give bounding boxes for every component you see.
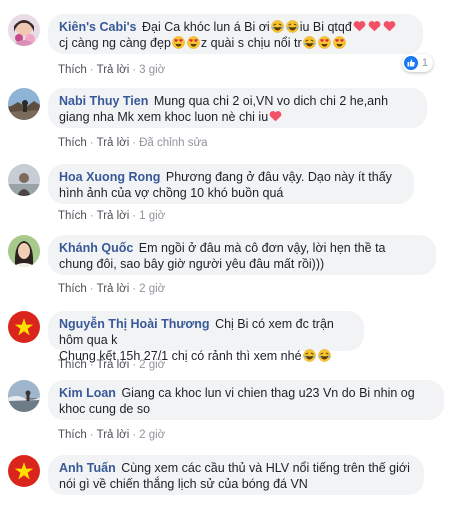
comment-text: Cùng xem các cầu thủ và HLV nổi tiếng tr… — [121, 461, 410, 475]
reply-link[interactable]: Trả lời — [97, 64, 130, 76]
avatar[interactable] — [8, 455, 40, 487]
comment-bubble: Anh Tuấn Cùng xem các cầu thủ và HLV nổi… — [48, 455, 424, 495]
comment-time[interactable]: 1 giờ — [139, 210, 165, 222]
comment-actions: Thích · Trả lời · 3 giờ — [58, 64, 166, 76]
heart-icon — [353, 20, 366, 32]
avatar[interactable] — [8, 311, 40, 343]
comment-author[interactable]: Khánh Quốc — [59, 241, 133, 255]
comment-time[interactable]: 2 giờ — [139, 429, 165, 441]
heart-icon — [269, 110, 282, 122]
avatar[interactable] — [8, 235, 40, 267]
avatar[interactable] — [8, 164, 40, 196]
reaction-count-badge[interactable]: 1 — [401, 54, 433, 72]
heart-eyes-emoji-icon — [187, 36, 200, 49]
like-link[interactable]: Thích — [58, 64, 87, 76]
comment-actions: Thích · Trả lời · 2 giờ — [58, 359, 166, 371]
comment-bubble: Nguyễn Thị Hoài Thương Chị Bi có xem đc … — [48, 311, 364, 363]
comment-text: chung đôi, sao bây giờ người yêu đâu mất… — [59, 257, 325, 271]
comment-bubble: Kiên's Cabi's Đại Ca khóc lun á Bi ơi iu … — [48, 14, 423, 54]
avatar[interactable] — [8, 380, 40, 412]
comment-author[interactable]: Hoa Xuong Rong — [59, 170, 160, 184]
comment-text: Mung qua chi 2 oi,VN vo dich chi 2 he,an… — [153, 94, 389, 108]
comment-bubble: Nabi Thuy Tien Mung qua chi 2 oi,VN vo d… — [48, 88, 427, 128]
laughing-emoji-icon — [318, 349, 331, 362]
comment-author[interactable]: Kiên's Cabi's — [59, 20, 137, 34]
comment-feed: Kiên's Cabi's Đại Ca khóc lun á Bi ơi iu … — [0, 0, 455, 511]
comment-time[interactable]: 3 giờ — [139, 64, 165, 76]
comment-bubble: Khánh Quốc Em ngồi ở đâu mà cô đơn vậy, … — [48, 235, 436, 275]
laughing-emoji-icon — [271, 20, 284, 33]
reaction-count: 1 — [421, 57, 428, 69]
heart-icon — [368, 20, 381, 32]
comment-text: iu Bi qtqđ — [299, 20, 352, 34]
comment-time[interactable]: 2 giờ — [139, 359, 165, 371]
comment-text: khoc cung de so — [59, 402, 151, 416]
heart-icon — [383, 20, 396, 32]
avatar[interactable] — [8, 14, 40, 46]
comment-bubble: Kim Loan Giang ca khoc lun vi chien thag… — [48, 380, 444, 420]
reply-link[interactable]: Trả lời — [97, 359, 130, 371]
comment-text: Giang ca khoc lun vi chien thag u23 Vn d… — [121, 386, 415, 400]
like-link[interactable]: Thích — [58, 283, 87, 295]
reply-link[interactable]: Trả lời — [97, 429, 130, 441]
comment-author[interactable]: Nguyễn Thị Hoài Thương — [59, 317, 210, 331]
comment-actions: Thích · Trả lời · 1 giờ — [58, 210, 166, 222]
like-link[interactable]: Thích — [58, 137, 87, 149]
comment-actions: Thích · Trả lời · 2 giờ — [58, 429, 166, 441]
like-link[interactable]: Thích — [58, 429, 87, 441]
comment-actions: Thích · Trả lời · Đã chỉnh sửa — [58, 137, 208, 149]
comment-text: giang nha Mk xem khoc luon nè chi iu — [59, 110, 269, 124]
like-link[interactable]: Thích — [58, 210, 87, 222]
comment-author[interactable]: Anh Tuấn — [59, 461, 116, 475]
comment-author[interactable]: Nabi Thuy Tien — [59, 94, 148, 108]
comment-text: Đại Ca khóc lun á Bi ơi — [141, 20, 270, 34]
avatar[interactable] — [8, 88, 40, 120]
reply-link[interactable]: Trả lời — [97, 210, 130, 222]
laughing-emoji-icon — [303, 36, 316, 49]
comment-bubble: Hoa Xuong Rong Phương đang ở đâu vậy. Dạ… — [48, 164, 414, 204]
like-link[interactable]: Thích — [58, 359, 87, 371]
reply-link[interactable]: Trả lời — [97, 283, 130, 295]
comment-text: Phương đang ở đâu vậy. Dạo này ít thấy — [165, 170, 392, 184]
laughing-emoji-icon — [286, 20, 299, 33]
like-reaction-icon — [403, 56, 418, 70]
comment-text: cj càng ng càng đẹp — [59, 36, 171, 50]
heart-eyes-emoji-icon — [333, 36, 346, 49]
comment-text: Em ngồi ở đâu mà cô đơn vậy, lời hẹn thề… — [138, 241, 386, 255]
laughing-emoji-icon — [303, 349, 316, 362]
comment-text: hình ảnh của vợ chồng 10 khó buồn quá — [59, 186, 284, 200]
comment-text: z quài s chịu nổi tr — [200, 36, 302, 50]
comment-actions: Thích · Trả lời · 2 giờ — [58, 283, 166, 295]
heart-eyes-emoji-icon — [318, 36, 331, 49]
comment-time[interactable]: 2 giờ — [139, 283, 165, 295]
edited-label[interactable]: Đã chỉnh sửa — [139, 137, 207, 149]
comment-text: nói gì về chiến thắng lịch sử của bóng đ… — [59, 477, 308, 491]
heart-eyes-emoji-icon — [172, 36, 185, 49]
comment-author[interactable]: Kim Loan — [59, 386, 116, 400]
reply-link[interactable]: Trả lời — [97, 137, 130, 149]
